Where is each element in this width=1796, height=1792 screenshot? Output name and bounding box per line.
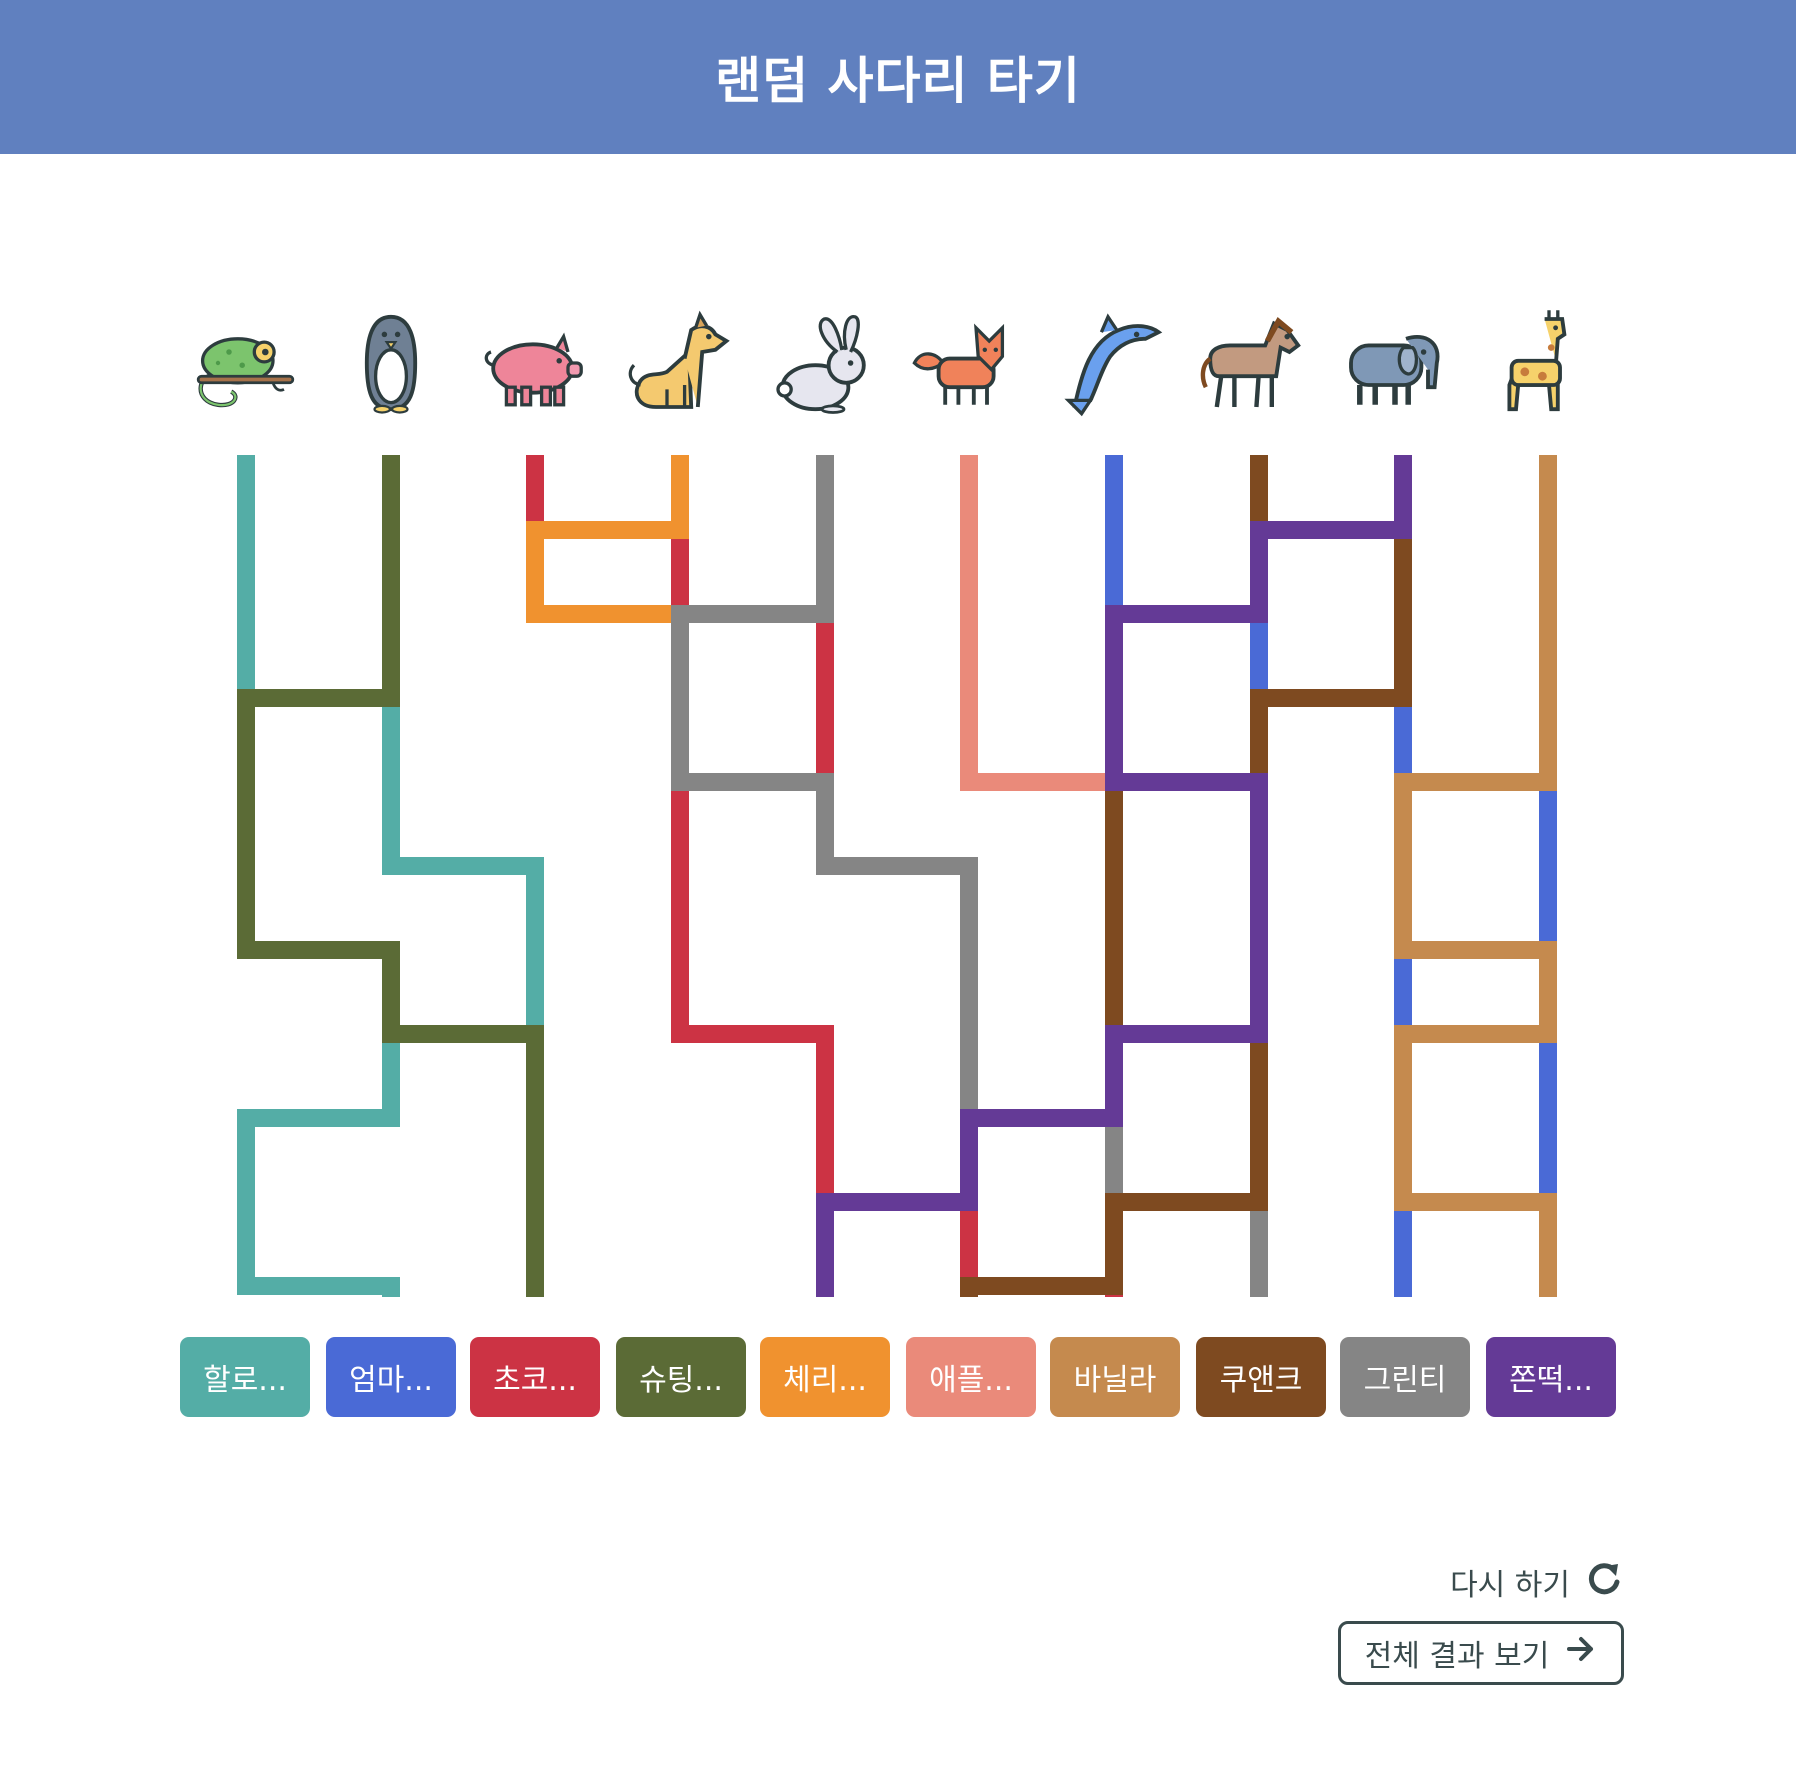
ladder-path-segment [237, 698, 255, 959]
result-button-3[interactable]: 초코... [470, 1337, 600, 1417]
ladder-path-segment [1539, 455, 1557, 791]
ladder-path-segment [382, 698, 400, 875]
ladder-path-segment [1539, 1202, 1557, 1297]
ladder-path-segment [1105, 614, 1123, 791]
ladder-board [237, 455, 1557, 1297]
ladder-path-segment [671, 614, 689, 791]
ladder-path-segment [237, 455, 255, 707]
ladder-path-segment [816, 614, 834, 791]
pig-icon[interactable] [475, 305, 595, 420]
ladder-path-segment [1250, 782, 1268, 1043]
ladder-path-segment [526, 1034, 544, 1297]
ladder-path-segment [237, 941, 400, 959]
result-button-4[interactable]: 슈팅... [616, 1337, 746, 1417]
ladder-path-segment [816, 1202, 834, 1297]
ladder-path-segment [1394, 1034, 1412, 1211]
ladder-path-segment [816, 857, 978, 875]
ladder-path-segment [526, 605, 689, 623]
retry-label: 다시 하기 [1450, 1568, 1570, 1603]
ladder-path-segment [960, 1286, 978, 1297]
ladder-path-segment [1105, 773, 1268, 791]
ladder-path-segment [960, 1277, 1123, 1295]
ladder-path-segment [1105, 605, 1268, 623]
rabbit-icon[interactable] [762, 305, 882, 420]
result-row: 할로... 엄마... 초코... 슈팅... 체리... 애플... 바닐라 … [0, 1337, 1796, 1417]
penguin-icon[interactable] [331, 305, 451, 420]
view-all-results-button[interactable]: 전체 결과 보기 [1338, 1621, 1624, 1685]
ladder-path-segment [237, 1109, 400, 1127]
dolphin-icon[interactable] [1048, 305, 1168, 420]
ladder-path-segment [960, 1109, 1123, 1127]
result-button-8[interactable]: 쿠앤크 [1196, 1337, 1326, 1417]
result-button-10[interactable]: 쫀떡... [1486, 1337, 1616, 1417]
animal-row [0, 305, 1796, 420]
app-header: 랜덤 사다리 타기 [0, 0, 1796, 154]
ladder-path-segment [526, 521, 689, 539]
ladder-path-segment [237, 689, 400, 707]
result-button-9[interactable]: 그린티 [1340, 1337, 1470, 1417]
ladder-path-segment [1394, 773, 1557, 791]
fox-icon[interactable] [905, 305, 1025, 420]
ladder-path-segment [1394, 1202, 1412, 1297]
ladder-path-segment [1250, 521, 1412, 539]
retry-button[interactable]: 다시 하기 [1450, 1560, 1624, 1604]
ladder-path-segment [960, 866, 978, 1127]
elephant-icon[interactable] [1335, 305, 1455, 420]
ladder-path-segment [1394, 1025, 1557, 1043]
ladder-path-segment [1394, 782, 1412, 959]
ladder-path-segment [1250, 1202, 1268, 1297]
ladder-path-segment [671, 605, 834, 623]
result-button-7[interactable]: 바닐라 [1050, 1337, 1180, 1417]
ladder-path-segment [1105, 455, 1123, 623]
ladder-path-segment [816, 1193, 978, 1211]
ladder-path-segment [237, 1118, 255, 1295]
ladder-path-segment [1394, 1193, 1557, 1211]
ladder-path-segment [816, 1034, 834, 1211]
page-title: 랜덤 사다리 타기 [715, 52, 1081, 110]
ladder-path-segment [526, 866, 544, 1043]
ladder-path-segment [1105, 1193, 1268, 1211]
view-all-label: 전체 결과 보기 [1364, 1639, 1550, 1674]
ladder-path-segment [671, 782, 689, 1043]
ladder-path-segment [1539, 1034, 1557, 1211]
ladder-path-segment [1105, 1025, 1268, 1043]
ladder-path-segment [960, 455, 978, 791]
chameleon-icon[interactable] [180, 305, 300, 420]
ladder-path-segment [1250, 689, 1412, 707]
redo-icon [1584, 1558, 1624, 1606]
arrow-right-icon [1565, 1633, 1597, 1673]
ladder-path-segment [1394, 530, 1412, 707]
ladder-path-segment [1539, 782, 1557, 959]
ladder-path-segment [1105, 782, 1123, 1043]
result-button-6[interactable]: 애플... [906, 1337, 1036, 1417]
result-button-1[interactable]: 할로... [180, 1337, 310, 1417]
ladder-path-segment [1394, 941, 1557, 959]
ladder-path-segment [382, 1286, 400, 1297]
ladder-path-segment [237, 1277, 400, 1295]
result-button-2[interactable]: 엄마... [326, 1337, 456, 1417]
ladder-path-segment [1250, 1034, 1268, 1211]
dog-icon[interactable] [618, 305, 738, 420]
ladder-path-segment [382, 455, 400, 707]
ladder-path-segment [816, 455, 834, 623]
ladder-path-segment [671, 1025, 834, 1043]
ladder-path-segment [382, 1025, 544, 1043]
ladder-path-segment [671, 773, 834, 791]
result-button-5[interactable]: 체리... [760, 1337, 890, 1417]
giraffe-icon[interactable] [1478, 305, 1598, 420]
horse-icon[interactable] [1192, 305, 1312, 420]
ladder-path-segment [960, 773, 1123, 791]
ladder-path-segment [382, 857, 544, 875]
